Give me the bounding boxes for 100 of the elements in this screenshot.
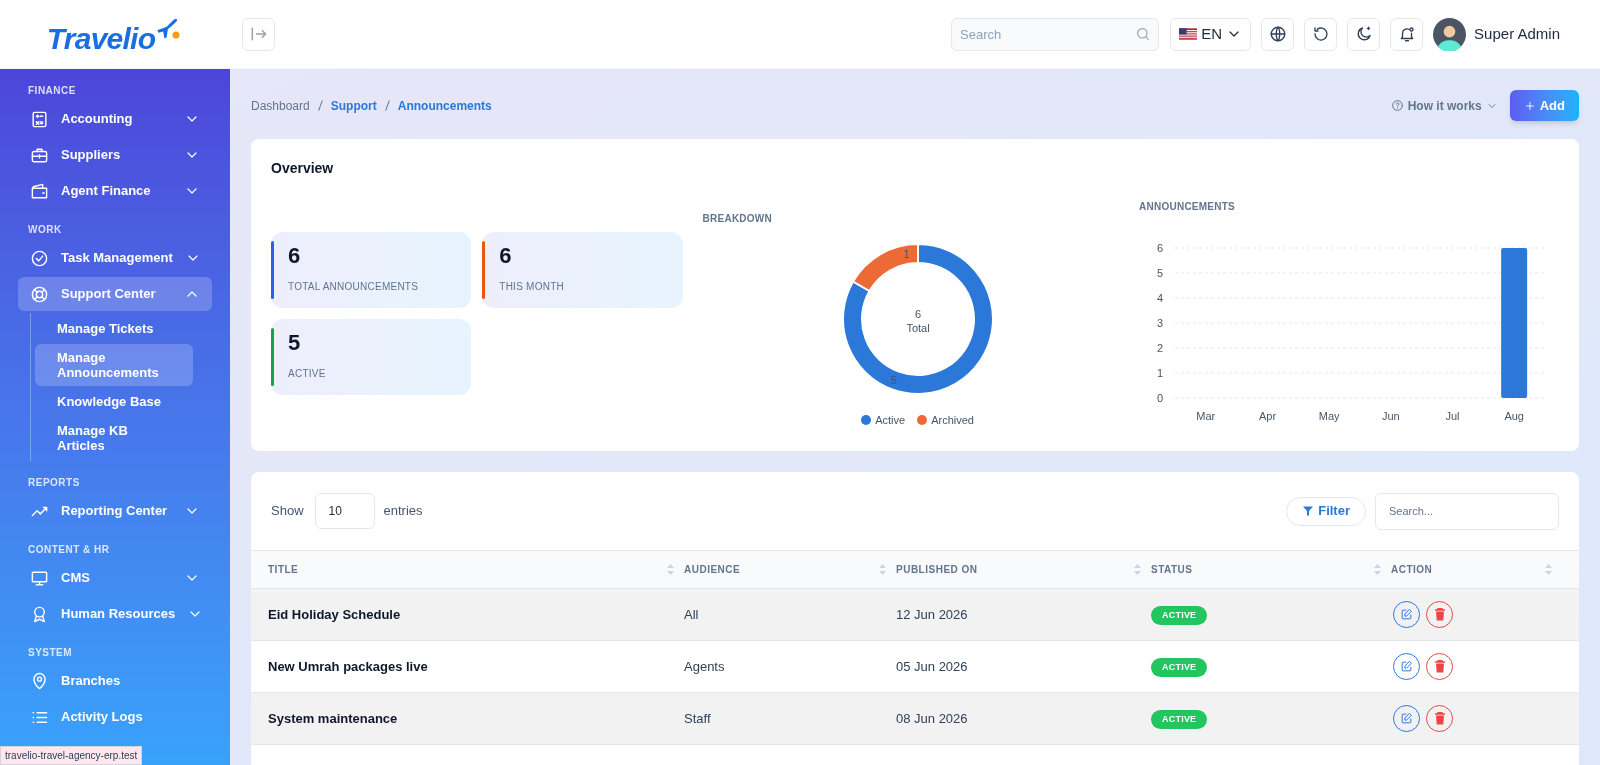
- sidebar-item[interactable]: Support Center: [18, 277, 212, 311]
- column-header[interactable]: PUBLISHED ON: [896, 562, 1134, 577]
- globe-icon: [1268, 25, 1287, 43]
- axis-tick-label: Mar: [1196, 410, 1216, 422]
- table-search-field[interactable]: Search...: [1375, 492, 1559, 530]
- submenu-item[interactable]: Manage KB Articles: [35, 417, 193, 459]
- axis-tick-label: 6: [1156, 242, 1163, 254]
- submenu-item[interactable]: Manage Tickets: [35, 315, 193, 342]
- column-header[interactable]: AUDIENCE: [684, 562, 879, 577]
- breadcrumb-link[interactable]: Announcements: [397, 96, 492, 115]
- section-heading: REPORTS: [27, 476, 81, 490]
- language-dropdown[interactable]: EN: [1170, 17, 1252, 51]
- table-cell-text: 08 Jun 2026: [896, 709, 969, 728]
- table-cell-text: New Umrah packages live: [268, 657, 429, 676]
- stat-value: 5: [288, 332, 302, 354]
- section-heading: CONTENT & HR: [27, 543, 111, 557]
- sidebar-item[interactable]: Accounting: [18, 102, 212, 136]
- stat-label: THIS MONTH: [499, 280, 565, 294]
- legend-label: Archived: [931, 413, 974, 428]
- axis-tick-label: 4: [1156, 292, 1163, 304]
- card-title: Overview: [271, 159, 335, 178]
- axis-tick-label: 0: [1156, 392, 1163, 404]
- sidebar-item[interactable]: Reporting Center: [18, 494, 212, 528]
- search-field[interactable]: Search: [951, 17, 1160, 51]
- breadcrumb-link[interactable]: Dashboard: [251, 96, 310, 115]
- refresh-icon: [1311, 25, 1330, 43]
- filter-icon: [1302, 505, 1315, 517]
- trash-icon: [1433, 660, 1446, 673]
- sidebar-item[interactable]: Branches: [18, 664, 212, 698]
- axis-tick-label: May: [1318, 410, 1340, 422]
- submenu-item[interactable]: Manage Announcements: [35, 344, 193, 386]
- collapse-sidebar-button[interactable]: [242, 17, 275, 51]
- globe-button[interactable]: [1261, 17, 1295, 51]
- help-icon: [1390, 99, 1404, 112]
- axis-tick-label: Apr: [1258, 410, 1277, 422]
- table-cell-text: Staff: [684, 709, 712, 728]
- page-size-field[interactable]: 10: [314, 493, 375, 529]
- show-label: Show: [271, 502, 304, 521]
- table-cell-text: Eid Holiday Schedule: [268, 605, 402, 624]
- axis-tick-label: Jul: [1445, 410, 1460, 422]
- check-circle-icon: [30, 248, 49, 268]
- axis-tick-label: Jun: [1381, 410, 1400, 422]
- edit-icon: [1400, 660, 1413, 673]
- stat-label: ACTIVE: [288, 367, 327, 381]
- section-heading: FINANCE: [27, 84, 77, 98]
- table-cell-text: All: [684, 605, 700, 624]
- column-header[interactable]: TITLE: [268, 562, 667, 577]
- lifebuoy-icon: [30, 284, 49, 304]
- map-pin-icon: [30, 671, 49, 691]
- stat-value: 6: [499, 245, 513, 267]
- sidebar-item[interactable]: Activity Logs: [18, 700, 212, 734]
- entries-label: entries: [383, 502, 423, 521]
- stat-value: 6: [288, 245, 302, 267]
- trash-icon: [1433, 712, 1446, 725]
- axis-tick-label: 3: [1156, 317, 1163, 329]
- submenu-item[interactable]: Knowledge Base: [35, 388, 193, 415]
- calculator-icon: [30, 109, 49, 129]
- search-icon: [1135, 25, 1152, 42]
- sidebar-item[interactable]: Human Resources: [18, 597, 212, 631]
- notifications-button[interactable]: [1390, 17, 1424, 51]
- donut-center-value: 6: [914, 308, 921, 320]
- status-url: travelio-travel-agency-erp.test: [0, 746, 143, 765]
- column-header[interactable]: STATUS: [1151, 562, 1374, 577]
- flag-icon: [1179, 28, 1198, 40]
- axis-tick-label: Aug: [1504, 410, 1524, 422]
- chart-title: BREAKDOWN: [702, 212, 774, 226]
- status-badge: ACTIVE: [1151, 657, 1208, 678]
- data-label: 5: [890, 374, 897, 387]
- edit-icon: [1400, 712, 1413, 725]
- table-cell-text: System maintenance: [268, 709, 399, 728]
- status-badge: ACTIVE: [1151, 709, 1208, 730]
- donut-center-label: Total: [905, 322, 930, 334]
- add-button[interactable]: Add: [1509, 90, 1579, 121]
- axis-tick-label: 5: [1156, 267, 1163, 279]
- stat-label: TOTAL ANNOUNCEMENTS: [288, 280, 420, 294]
- axis-tick-label: 1: [1156, 367, 1163, 379]
- sidebar-item[interactable]: Agent Finance: [18, 174, 212, 208]
- table-cell-text: 05 Jun 2026: [896, 657, 969, 676]
- table-cell-text: 12 Jun 2026: [896, 605, 969, 624]
- sidebar-item[interactable]: Task Management: [18, 241, 212, 275]
- table-cell-text: Agents: [684, 657, 726, 676]
- chart-title: ANNOUNCEMENTS: [1139, 200, 1237, 214]
- trash-icon: [1433, 608, 1446, 621]
- edit-icon: [1400, 608, 1413, 621]
- status-badge: ACTIVE: [1151, 605, 1208, 626]
- how-it-works-dropdown[interactable]: How it works: [1390, 96, 1498, 115]
- plus-icon: [1523, 99, 1536, 112]
- sidebar-item[interactable]: CMS: [18, 561, 212, 595]
- user-name[interactable]: Super Admin: [1474, 22, 1560, 46]
- column-header[interactable]: ACTION: [1391, 562, 1545, 577]
- sidebar-item[interactable]: Suppliers: [18, 138, 212, 172]
- data-label: 1: [903, 248, 910, 260]
- legend-label: Active: [875, 413, 906, 428]
- breadcrumb-link[interactable]: Support: [330, 96, 377, 115]
- refresh-button[interactable]: [1304, 17, 1338, 51]
- axis-tick-label: 2: [1156, 342, 1163, 354]
- section-heading: SYSTEM: [27, 646, 74, 660]
- theme-toggle-button[interactable]: [1347, 17, 1381, 51]
- avatar-icon[interactable]: [1433, 17, 1467, 51]
- logo: Travelio: [46, 14, 184, 54]
